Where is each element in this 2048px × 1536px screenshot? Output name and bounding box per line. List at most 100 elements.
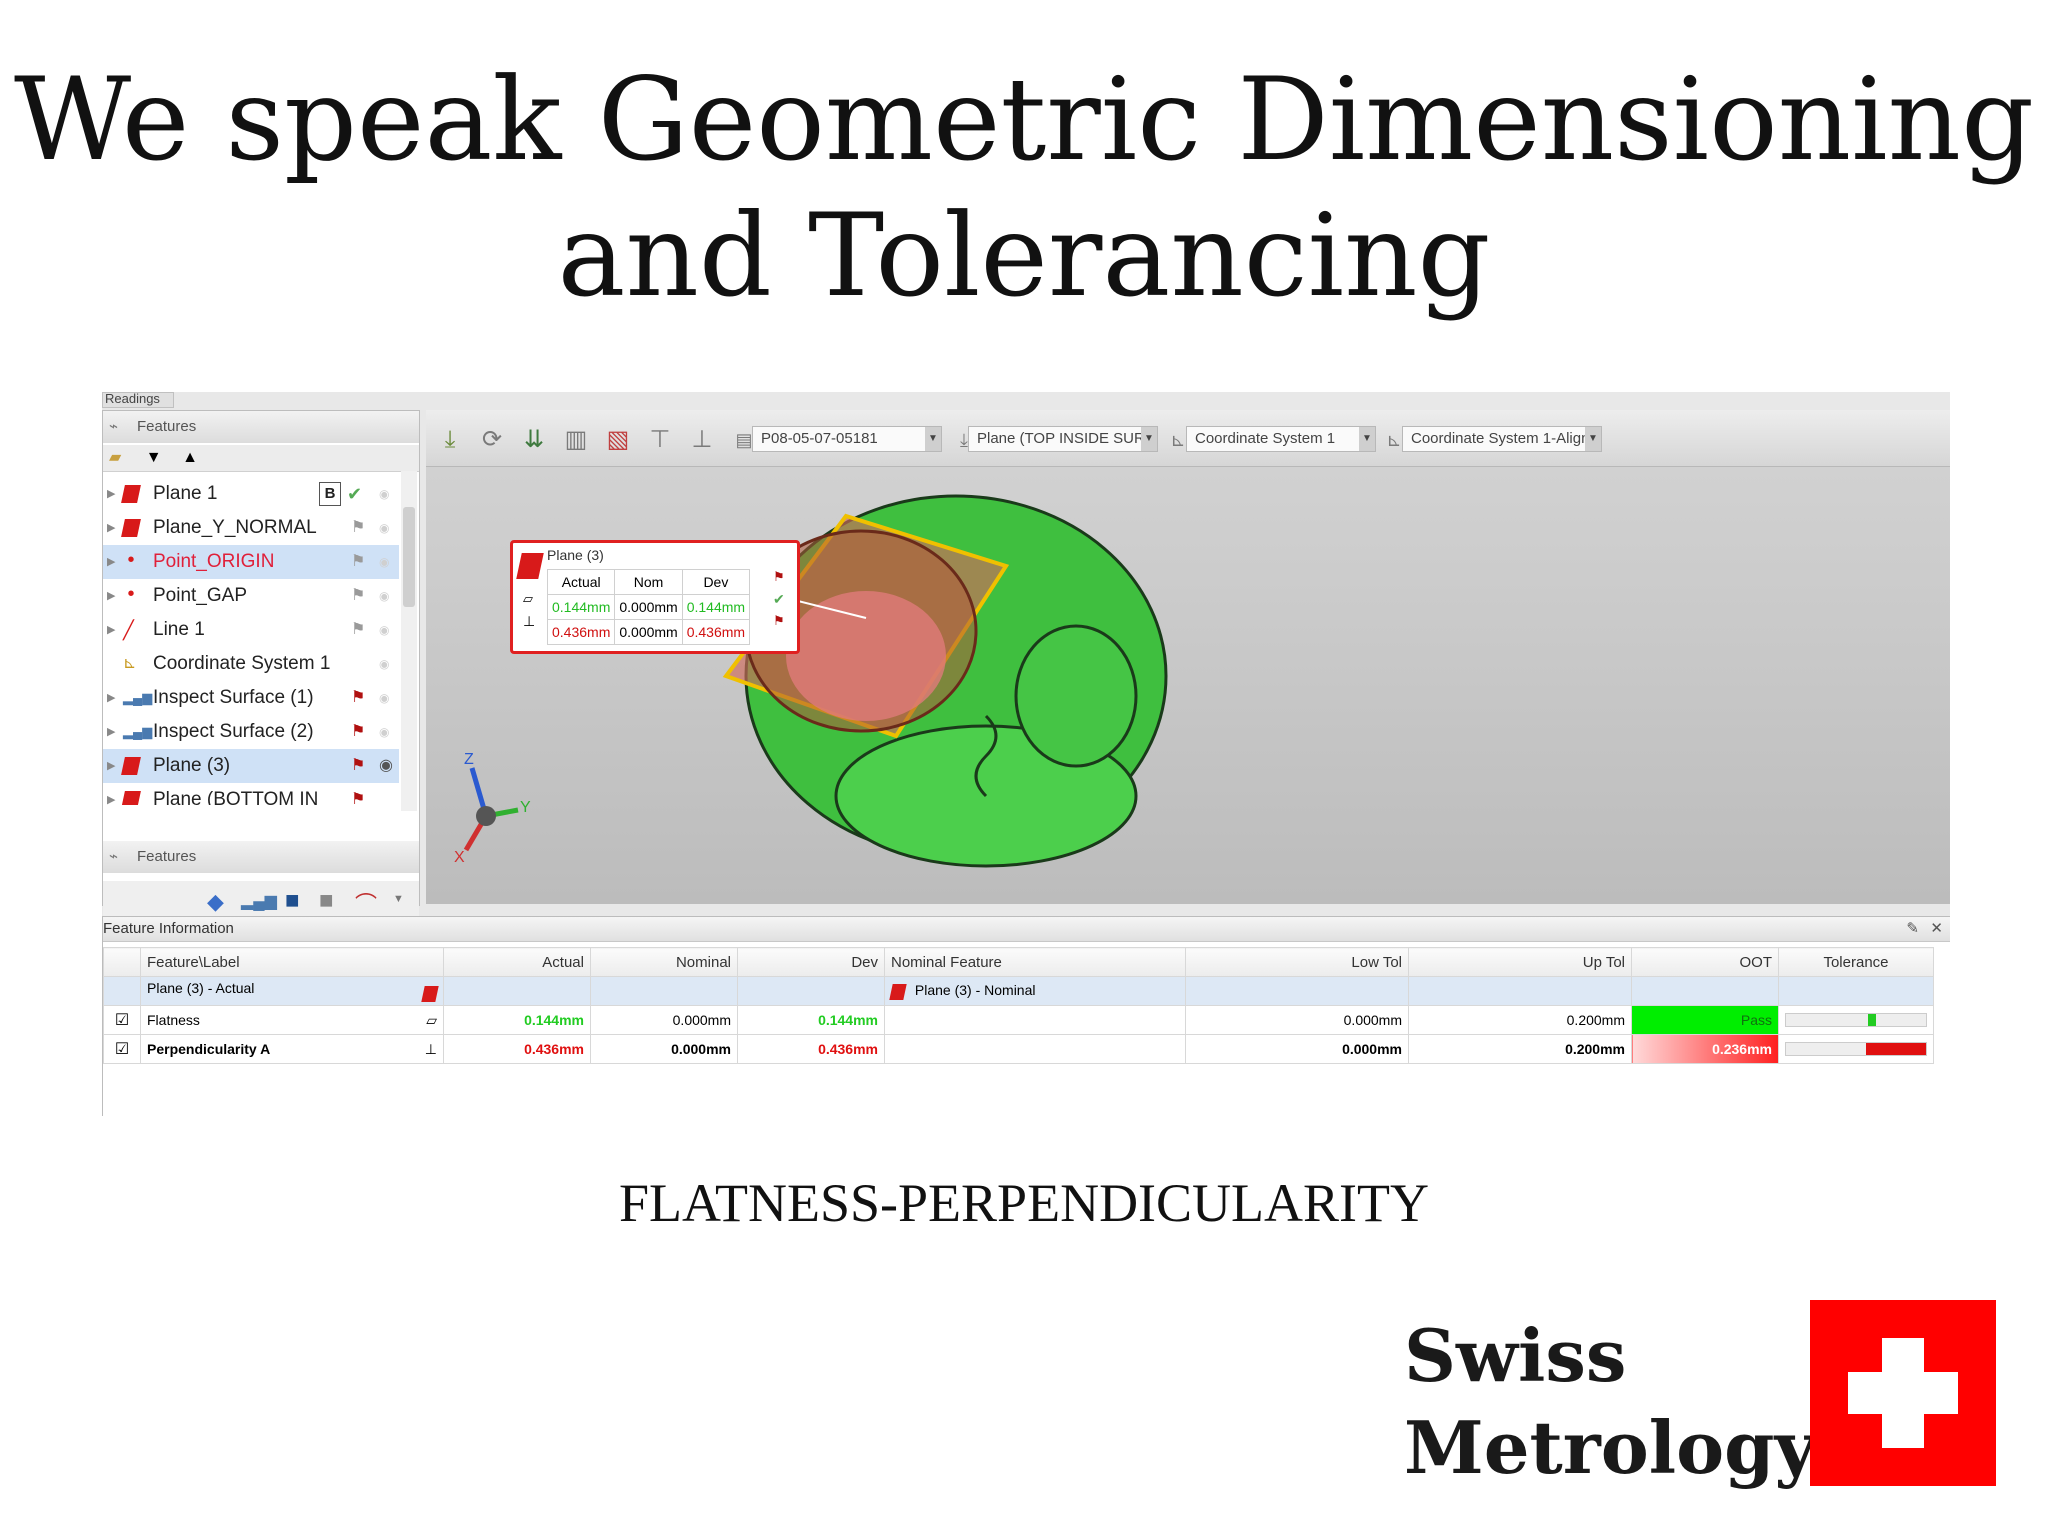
visibility-icon[interactable]: ◉ — [379, 681, 389, 715]
visibility-icon[interactable]: ◉ — [379, 477, 389, 511]
tolerance-marker — [1868, 1014, 1876, 1026]
visibility-icon[interactable]: ◉ — [379, 613, 389, 647]
table-row-flatness[interactable]: ☑ Flatness ▱ 0.144mm 0.000mm 0.144mm 0.0… — [103, 1005, 1934, 1035]
more-dropdown-icon[interactable]: ▼ — [393, 893, 404, 905]
expand-arrow-icon[interactable]: ▶ — [107, 749, 115, 783]
alignment-select[interactable]: Coordinate System 1-Alignment ▼ — [1402, 426, 1602, 452]
tree-item-label: Coordinate System 1 — [153, 653, 331, 674]
expand-arrow-icon[interactable]: ▶ — [107, 681, 115, 715]
measurement-callout[interactable]: Plane (3) Actual Nom Dev 0.144mm 0.000mm… — [510, 540, 800, 654]
chevron-down-icon[interactable]: ▼ — [925, 427, 941, 451]
alignment-select-value: Coordinate System 1-Alignment — [1411, 430, 1602, 447]
tree-item-label: Inspect Surface (1) — [153, 687, 314, 708]
probe-icon[interactable]: ⊤ — [642, 424, 678, 456]
tolerance-bar — [1785, 1013, 1927, 1027]
viewport-toolbar: ⤓ ⟳ ⇊ ▥ ▧ ⊤ ⊥ ▤ P08-05-07-05181 ▼ ⤓ Plan… — [426, 410, 1950, 467]
part-select[interactable]: P08-05-07-05181 ▼ — [752, 426, 942, 452]
table-row-perpendicularity[interactable]: ☑ Perpendicularity A ⊥ 0.436mm 0.000mm 0… — [103, 1034, 1934, 1064]
y-axis-label: Y — [520, 799, 531, 816]
tree-item-plane-bottom[interactable]: ▶ Plane (BOTTOM IN ⚑ — [103, 783, 399, 805]
feature-check-icon[interactable]: ■ — [285, 887, 300, 915]
expand-arrow-icon[interactable]: ▶ — [107, 579, 115, 613]
col-up-tol[interactable]: Up Tol — [1408, 947, 1632, 977]
visibility-icon[interactable]: ◉ — [379, 579, 389, 613]
coordinate-system-select[interactable]: Coordinate System 1 ▼ — [1186, 426, 1376, 452]
sort-down-icon[interactable]: ⇊ — [516, 424, 552, 456]
flatness-label-cell: Flatness ▱ — [140, 1005, 444, 1035]
run-measure-icon[interactable]: ⤓ — [432, 424, 468, 456]
tree-toolbar: ▰ ▼ ▲ — [103, 445, 419, 472]
visibility-icon[interactable]: ◉ — [379, 545, 389, 579]
expand-arrow-icon[interactable]: ▶ — [107, 511, 115, 545]
readings-tab[interactable]: Readings — [102, 392, 174, 408]
flag-icon: ⚑ — [351, 621, 366, 638]
tolerance-bar — [1785, 1042, 1927, 1056]
tree-item-inspect-surface-1[interactable]: ▶ ▂▄▆ Inspect Surface (1) ⚑ ◉ — [103, 681, 399, 715]
align-icon[interactable]: ⊥ — [684, 424, 720, 456]
checkbox-checked-icon[interactable]: ☑ — [103, 1034, 141, 1064]
shapes-icon[interactable]: ◆ — [207, 889, 224, 915]
collapse-icon[interactable]: ▼ — [146, 449, 162, 466]
visibility-icon[interactable]: ◉ — [379, 647, 389, 681]
expand-arrow-icon[interactable]: ▶ — [107, 783, 115, 805]
feature-select-value: Plane (TOP INSIDE SURFACE) -... — [977, 430, 1157, 447]
visibility-icon[interactable]: ◉ — [379, 715, 389, 749]
nominal-cell: 0.000mm — [590, 1005, 738, 1035]
table-group-row[interactable]: Plane (3) - Actual Plane (3) - Nominal — [103, 976, 1934, 1006]
plane-icon — [121, 791, 141, 805]
curve-icon[interactable]: ⌒ — [355, 887, 377, 919]
col-nominal-feature[interactable]: Nominal Feature — [884, 947, 1186, 977]
col-tolerance[interactable]: Tolerance — [1778, 947, 1934, 977]
group-nominal-cell: Plane (3) - Nominal — [884, 976, 1186, 1006]
dev-cell: 0.436mm — [737, 1034, 885, 1064]
col-oot[interactable]: OOT — [1631, 947, 1779, 977]
expand-arrow-icon[interactable]: ▶ — [107, 477, 115, 511]
flatness-nominal: 0.000mm — [614, 594, 683, 620]
folder-icon[interactable]: ▰ — [109, 449, 121, 466]
col-low-tol[interactable]: Low Tol — [1185, 947, 1409, 977]
logo-line-2: Metrology — [1404, 1405, 1817, 1490]
feature-information-header: Feature Information ✎ ✕ — [103, 917, 1950, 942]
tree-item-plane-1[interactable]: ▶ Plane 1 B ✔ ◉ — [103, 477, 399, 511]
features-tab-bottom[interactable]: ⌁ Features — [103, 841, 419, 873]
expand-icon[interactable]: ▲ — [182, 449, 198, 466]
tree-item-point-origin[interactable]: ▶ • Point_ORIGIN ⚑ ◉ — [103, 545, 399, 579]
chevron-down-icon[interactable]: ▼ — [1359, 427, 1375, 451]
col-actual[interactable]: Actual — [443, 947, 591, 977]
tree-item-inspect-surface-2[interactable]: ▶ ▂▄▆ Inspect Surface (2) ⚑ ◉ — [103, 715, 399, 749]
rotate-icon[interactable]: ⟳ — [474, 424, 510, 456]
checkbox-checked-icon[interactable]: ☑ — [103, 1005, 141, 1035]
chevron-down-icon[interactable]: ▼ — [1141, 427, 1157, 451]
hatch-icon[interactable]: ▧ — [600, 424, 636, 456]
report-icon[interactable]: ▥ — [558, 424, 594, 456]
3d-viewport[interactable]: ⤓ ⟳ ⇊ ▥ ▧ ⊤ ⊥ ▤ P08-05-07-05181 ▼ ⤓ Plan… — [426, 410, 1950, 904]
flag-icon: ⚑ — [773, 613, 785, 628]
feature-select[interactable]: Plane (TOP INSIDE SURFACE) -... ▼ — [968, 426, 1158, 452]
visibility-icon[interactable]: ◉ — [379, 511, 389, 545]
expand-arrow-icon[interactable]: ▶ — [107, 715, 115, 749]
tree-item-label: Line 1 — [153, 619, 205, 640]
close-icon[interactable]: ✕ — [1930, 917, 1943, 941]
visibility-icon[interactable]: ◉ — [379, 749, 393, 783]
flag-icon: ⚑ — [351, 689, 366, 706]
tree-item-coordinate-system-1[interactable]: ⊾ Coordinate System 1 ◉ — [103, 647, 399, 681]
chevron-down-icon[interactable]: ▼ — [1585, 427, 1601, 451]
expand-arrow-icon[interactable]: ▶ — [107, 545, 115, 579]
tree-item-line-1[interactable]: ▶ ╱ Line 1 ⚑ ◉ — [103, 613, 399, 647]
solid-icon[interactable]: ■ — [319, 887, 334, 915]
col-nominal[interactable]: Nominal — [590, 947, 738, 977]
callout-table: Actual Nom Dev 0.144mm 0.000mm 0.144mm 0… — [546, 569, 751, 645]
tree-item-point-gap[interactable]: ▶ • Point_GAP ⚑ ◉ — [103, 579, 399, 613]
expand-arrow-icon[interactable]: ▶ — [107, 613, 115, 647]
tolerance-bar-cell — [1778, 1005, 1934, 1035]
tree-item-plane-y-normal[interactable]: ▶ Plane_Y_NORMAL ⚑ ◉ — [103, 511, 399, 545]
actual-cell: 0.436mm — [443, 1034, 591, 1064]
pin-icon[interactable]: ✎ — [1906, 917, 1919, 941]
tree-item-plane-3[interactable]: ▶ Plane (3) ⚑ ◉ — [103, 749, 399, 783]
flag-icon: ⚑ — [351, 519, 366, 536]
col-feature-label[interactable]: Feature\Label — [140, 947, 444, 977]
col-dev[interactable]: Dev — [737, 947, 885, 977]
tree-scroll-thumb[interactable] — [403, 507, 415, 607]
check-icon: ✔ — [773, 591, 785, 607]
inspect-surface-icon[interactable]: ▂▄▆ — [241, 891, 277, 911]
